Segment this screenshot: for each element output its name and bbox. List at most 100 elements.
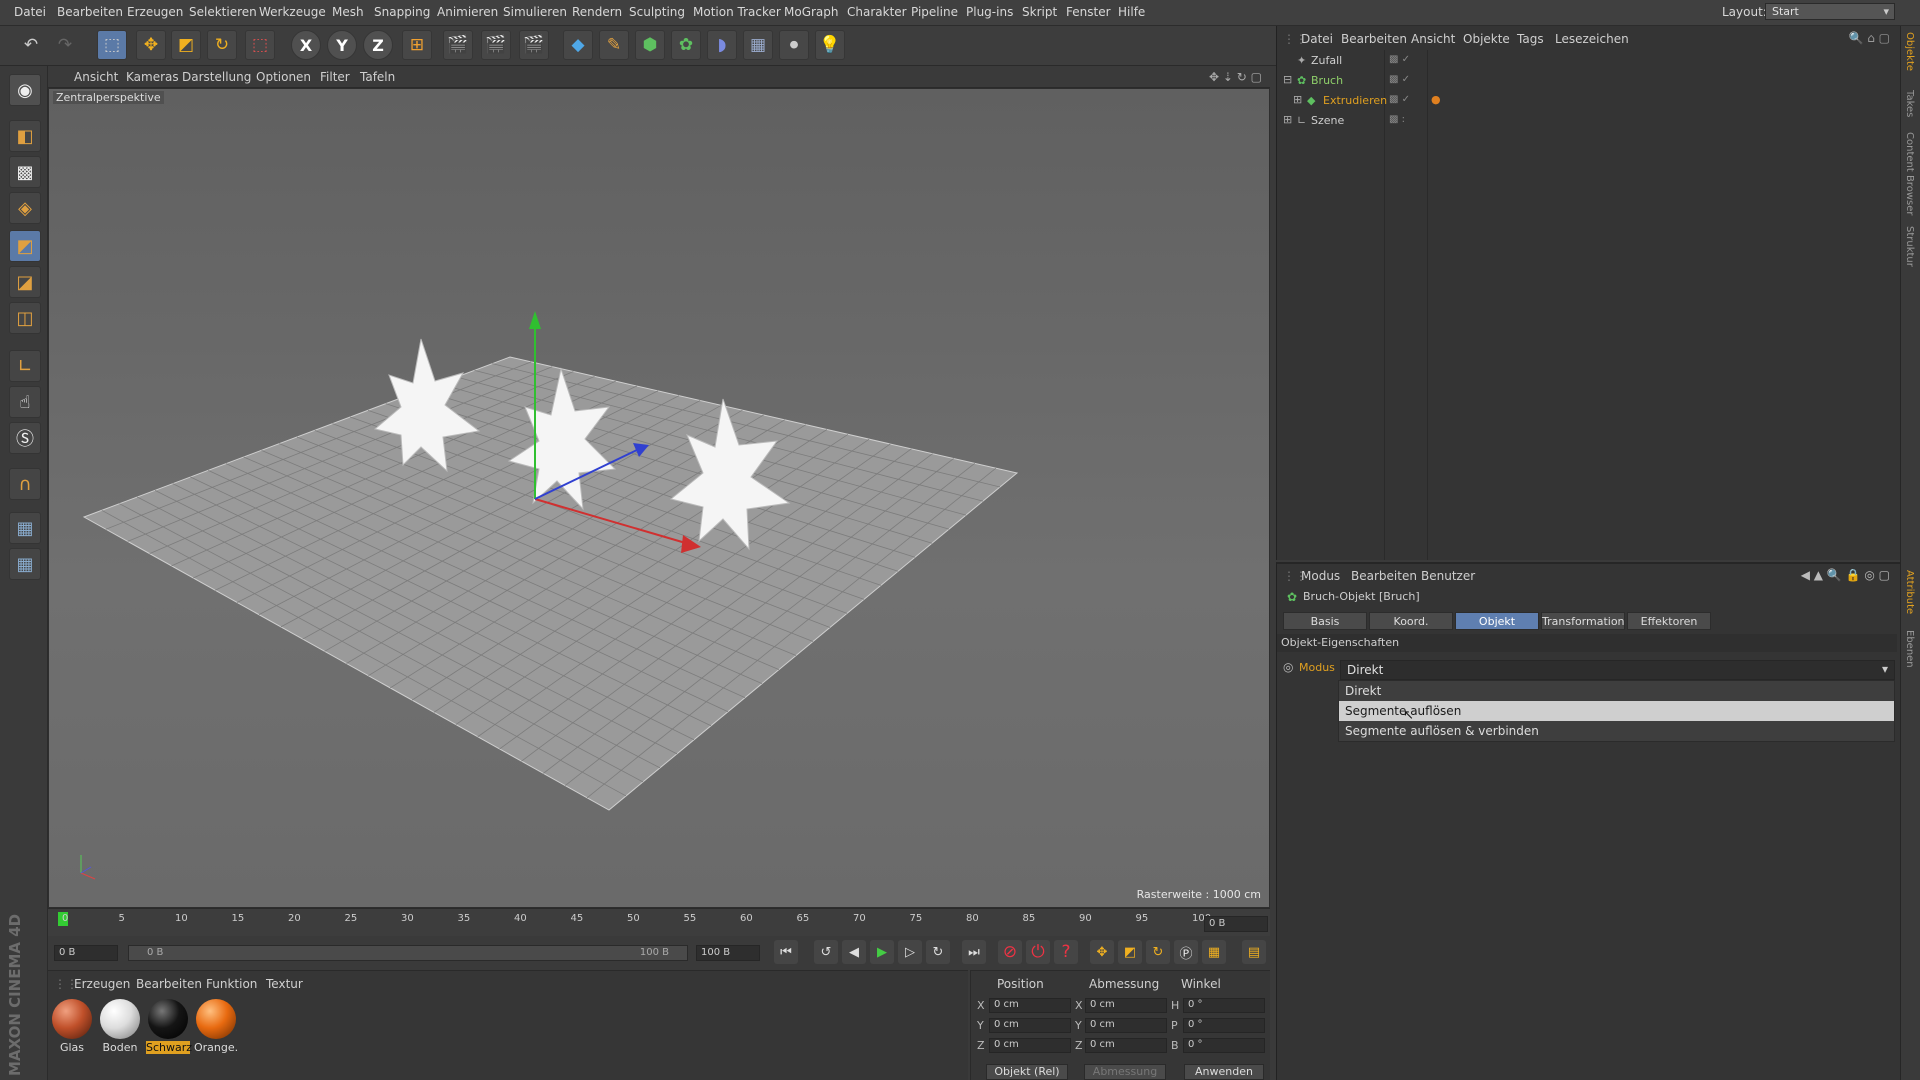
light-icon[interactable]: 💡 <box>815 30 845 60</box>
spline-pen-icon[interactable]: ✎ <box>599 30 629 60</box>
current-frame-field[interactable]: 0 B <box>1204 916 1268 932</box>
material-glas[interactable]: Glas <box>50 999 94 1054</box>
workplane-lock-icon[interactable]: ▦ <box>9 512 41 544</box>
transform-icon[interactable]: ⬚ <box>245 30 275 60</box>
play-icon[interactable]: ▶ <box>870 940 894 964</box>
vp-menu-optionen[interactable]: Optionen <box>256 70 311 84</box>
viewport-nav-icons[interactable]: ✥ ⇣ ↻ ▢ <box>1209 70 1262 84</box>
record-position-icon[interactable]: ✥ <box>1090 940 1114 964</box>
menu-rendern[interactable]: Rendern <box>572 5 622 19</box>
collapse-icon[interactable]: ⊟ <box>1283 73 1292 86</box>
redo-icon[interactable]: ↷ <box>50 30 80 60</box>
object-name[interactable]: Bruch <box>1311 74 1343 87</box>
object-row-bruch[interactable]: ⊟ ✿ Bruch ▩ ✓ <box>1277 72 1897 90</box>
tweak-mode-icon[interactable]: ☝ <box>9 386 41 418</box>
render-picture-viewer-icon[interactable]: 🎬 <box>481 30 511 60</box>
record-parameter-icon[interactable]: Ⓟ <box>1174 940 1198 964</box>
mat-menu-textur[interactable]: Textur <box>266 977 303 991</box>
next-key-icon[interactable]: ↻ <box>926 940 950 964</box>
3d-viewport[interactable]: Zentralperspektive Rasterweite : 1000 cm <box>48 88 1270 908</box>
y-axis-button[interactable]: Y <box>327 30 357 60</box>
menu-erzeugen[interactable]: Erzeugen <box>127 5 183 19</box>
tab-koord[interactable]: Koord. <box>1369 612 1453 630</box>
end-frame-field[interactable]: 100 B <box>696 945 760 961</box>
snap-icon[interactable]: Ⓢ <box>9 422 41 454</box>
vp-menu-filter[interactable]: Filter <box>320 70 350 84</box>
apply-button[interactable]: Anwenden <box>1184 1064 1264 1080</box>
subdivision-icon[interactable]: ⬢ <box>635 30 665 60</box>
previous-key-icon[interactable]: ↺ <box>814 940 838 964</box>
visibility-icon[interactable]: ▩ ✓ <box>1389 74 1410 85</box>
menu-fenster[interactable]: Fenster <box>1066 5 1111 19</box>
menu-mograph[interactable]: MoGraph <box>784 5 839 19</box>
side-tab-attribute[interactable]: Attribute <box>1904 570 1915 614</box>
vp-menu-darstellung[interactable]: Darstellung <box>182 70 251 84</box>
menu-snapping[interactable]: Snapping <box>374 5 430 19</box>
om-menu-datei[interactable]: Datei <box>1301 32 1333 46</box>
points-mode-icon[interactable]: ◩ <box>9 230 41 262</box>
cube-icon[interactable]: ◆ <box>563 30 593 60</box>
object-row-szene[interactable]: ⊞ ∟ Szene ▩ : <box>1277 112 1897 130</box>
menu-mesh[interactable]: Mesh <box>332 5 364 19</box>
position-x-field[interactable]: 0 cm <box>989 998 1071 1013</box>
om-search-home-icons[interactable]: 🔍 ⌂ ▢ <box>1848 31 1890 45</box>
material-orange[interactable]: Orange. <box>194 999 238 1054</box>
menu-simulieren[interactable]: Simulieren <box>503 5 567 19</box>
menu-sculpting[interactable]: Sculpting <box>629 5 685 19</box>
om-menu-lesezeichen[interactable]: Lesezeichen <box>1555 32 1629 46</box>
material-schwarz[interactable]: Schwarz <box>146 999 192 1054</box>
object-name[interactable]: Zufall <box>1311 54 1342 67</box>
highlighted-option[interactable]: Segmente auflösen <box>1339 701 1894 721</box>
mat-menu-bearbeiten[interactable]: Bearbeiten <box>136 977 202 991</box>
workplane-icon[interactable]: ◈ <box>9 192 41 224</box>
om-menu-tags[interactable]: Tags <box>1517 32 1544 46</box>
go-to-end-icon[interactable]: ⏭ <box>962 940 986 964</box>
z-axis-button[interactable]: Z <box>363 30 393 60</box>
am-menu-modus[interactable]: Modus <box>1301 569 1340 583</box>
object-name[interactable]: Extrudieren <box>1323 94 1387 107</box>
rotate-icon[interactable]: ↻ <box>207 30 237 60</box>
camera-icon[interactable]: ⏺ <box>779 30 809 60</box>
tab-objekt[interactable]: Objekt <box>1455 612 1539 630</box>
polygons-mode-icon[interactable]: ◫ <box>9 302 41 334</box>
edges-mode-icon[interactable]: ◪ <box>9 266 41 298</box>
axis-mode-icon[interactable]: ∟ <box>9 350 41 382</box>
menu-datei[interactable]: Datei <box>14 5 46 19</box>
visibility-icon[interactable]: ▩ ✓ <box>1389 54 1410 65</box>
tab-effektoren[interactable]: Effektoren <box>1627 612 1711 630</box>
x-axis-button[interactable]: X <box>291 30 321 60</box>
make-editable-icon[interactable]: ◉ <box>9 74 41 106</box>
next-frame-icon[interactable]: ▷ <box>898 940 922 964</box>
undo-icon[interactable]: ↶ <box>16 30 46 60</box>
visibility-icon[interactable]: ▩ : <box>1389 114 1405 125</box>
menu-animieren[interactable]: Animieren <box>437 5 498 19</box>
expand-icon[interactable]: ⊞ <box>1283 113 1292 126</box>
record-pla-icon[interactable]: ▦ <box>1202 940 1226 964</box>
preview-range-slider[interactable]: 0 B 100 B <box>128 945 688 961</box>
floor-icon[interactable]: ▦ <box>743 30 773 60</box>
position-z-field[interactable]: 0 cm <box>989 1038 1071 1053</box>
start-frame-field[interactable]: 0 B <box>54 945 118 961</box>
side-tab-takes[interactable]: Takes <box>1904 90 1915 117</box>
layout-select[interactable]: Start ▾ <box>1765 3 1895 20</box>
menu-motion-tracker[interactable]: Motion Tracker <box>693 5 781 19</box>
material-tag-icon[interactable]: ● <box>1431 93 1441 106</box>
menu-plugins[interactable]: Plug-ins <box>966 5 1013 19</box>
menu-selektieren[interactable]: Selektieren <box>189 5 257 19</box>
object-row-zufall[interactable]: ✦ Zufall ▩ ✓ <box>1277 52 1897 70</box>
side-tab-ebenen[interactable]: Ebenen <box>1904 630 1915 668</box>
rotation-b-field[interactable]: 0 ° <box>1183 1038 1265 1053</box>
size-z-field[interactable]: 0 cm <box>1085 1038 1167 1053</box>
vp-menu-ansicht[interactable]: Ansicht <box>74 70 118 84</box>
record-rotation-icon[interactable]: ↻ <box>1146 940 1170 964</box>
expand-icon[interactable]: ⊞ <box>1293 93 1302 106</box>
side-tab-objekte[interactable]: Objekte <box>1904 32 1915 71</box>
rotation-h-field[interactable]: 0 ° <box>1183 998 1265 1013</box>
am-menu-benutzer[interactable]: Benutzer <box>1421 569 1475 583</box>
deformer-icon[interactable]: ◗ <box>707 30 737 60</box>
om-menu-objekte[interactable]: Objekte <box>1463 32 1510 46</box>
tab-basis[interactable]: Basis <box>1283 612 1367 630</box>
side-tab-content-browser[interactable]: Content Browser <box>1904 132 1915 215</box>
side-tab-struktur[interactable]: Struktur <box>1904 226 1915 267</box>
menu-bearbeiten[interactable]: Bearbeiten <box>57 5 123 19</box>
